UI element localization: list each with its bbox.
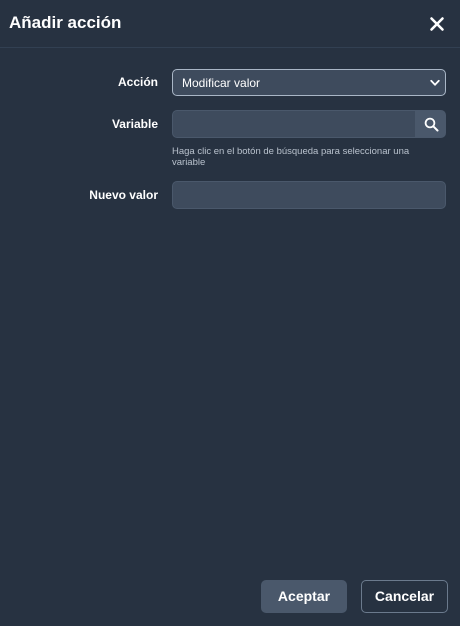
accion-select-value: Modificar valor [182,76,261,90]
search-icon [424,117,439,132]
accept-button[interactable]: Aceptar [261,580,347,613]
nuevo-valor-label: Nuevo valor [89,188,158,202]
variable-search-button[interactable] [415,110,446,138]
dialog-header: Añadir acción [0,0,460,48]
nuevo-valor-field[interactable] [172,181,446,209]
accion-select[interactable]: Modificar valor [172,69,446,96]
accion-label: Acción [117,75,158,89]
variable-field[interactable] [172,110,416,138]
variable-hint: Haga clic en el botón de búsqueda para s… [172,146,410,168]
close-icon[interactable] [426,13,448,35]
add-action-dialog: Añadir acción Acción Modificar valor Var… [0,0,460,626]
variable-label: Variable [111,117,158,131]
cancel-button[interactable]: Cancelar [361,580,448,613]
dialog-title: Añadir acción [9,13,122,32]
chevron-down-icon [430,79,440,86]
